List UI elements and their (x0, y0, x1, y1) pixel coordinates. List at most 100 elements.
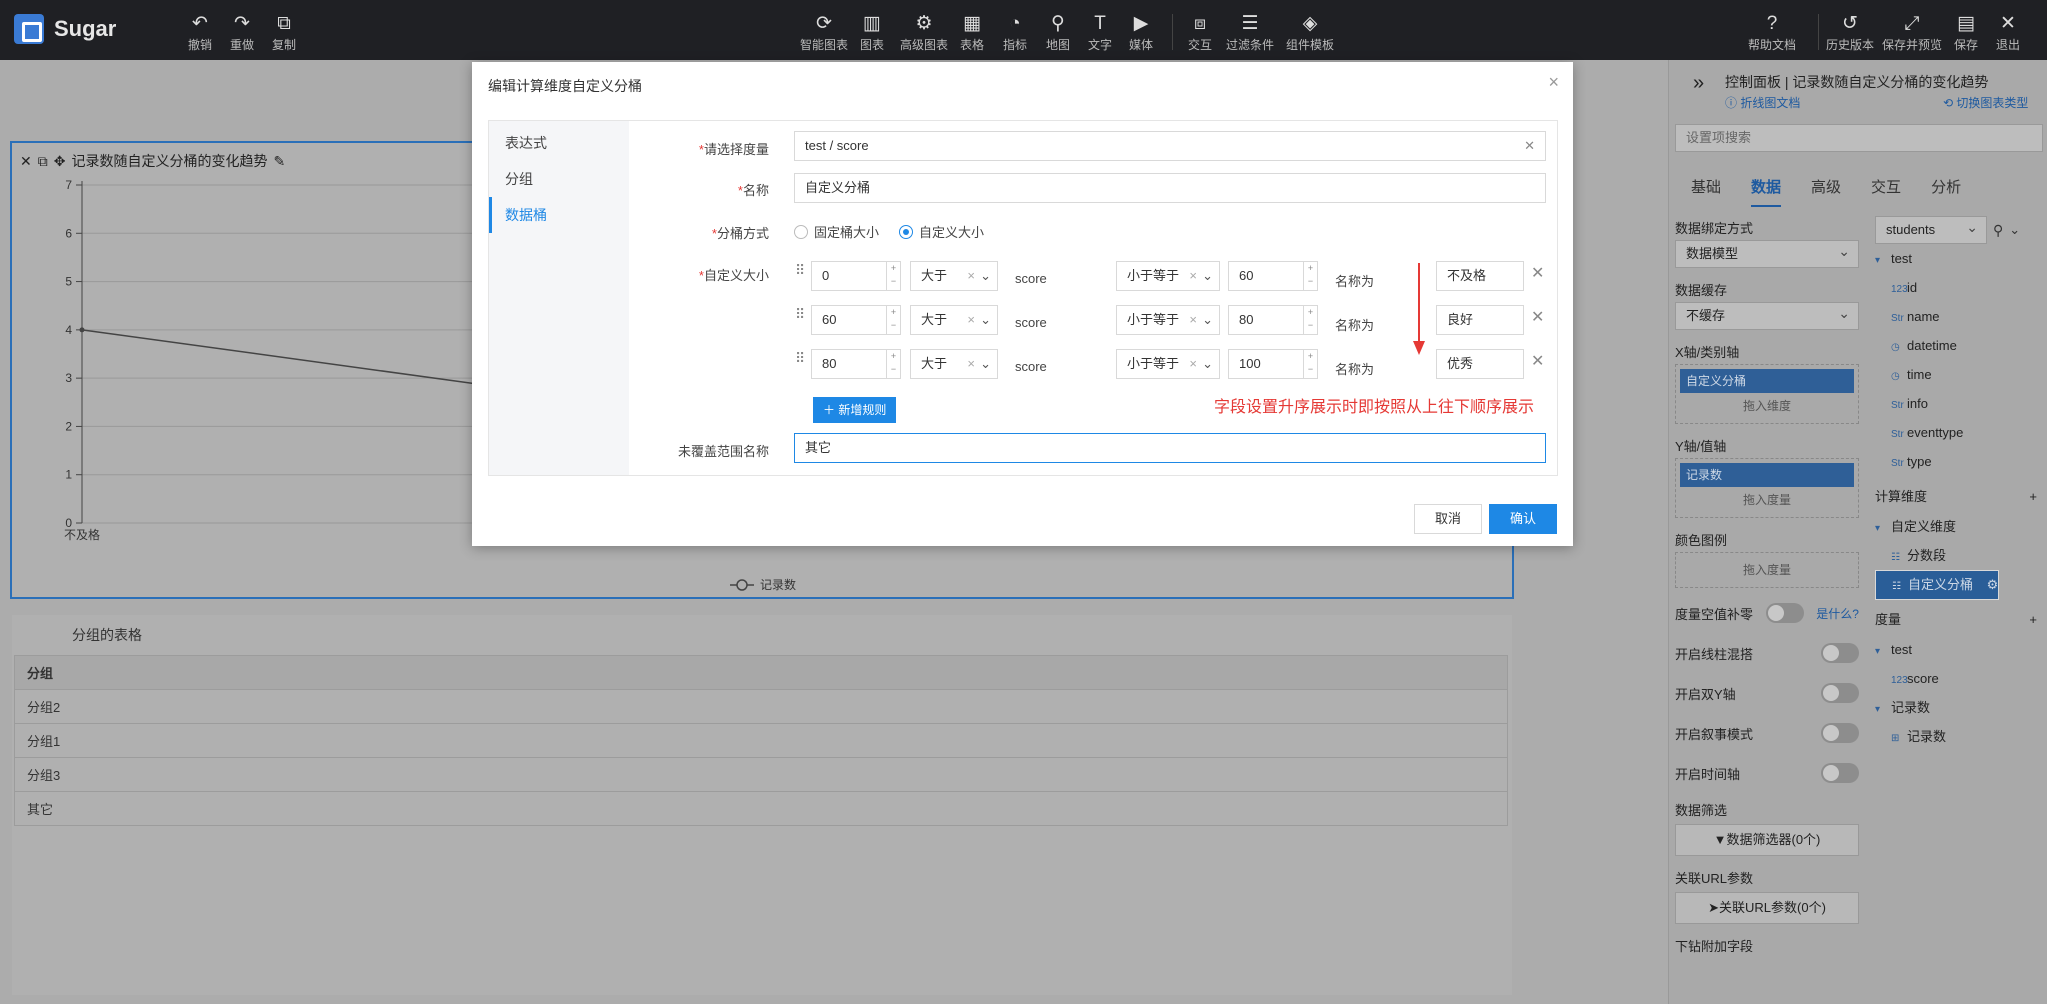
delete-icon[interactable]: ✕ (20, 153, 32, 170)
table-button[interactable]: ▦ 表格 (960, 14, 984, 53)
interaction-button[interactable]: ⧈ 交互 (1188, 14, 1212, 53)
rule-op2-select[interactable]: 小于等于 × ⌄ (1116, 349, 1220, 379)
tab-analysis[interactable]: 分析 (1931, 176, 1961, 197)
rule-from-input[interactable]: 60 + − (811, 305, 901, 335)
cancel-button[interactable]: 取消 (1414, 504, 1482, 534)
field-item[interactable]: ◷ time (1875, 360, 2043, 389)
tree-folder-test-measure[interactable]: ▾ test (1875, 635, 2043, 664)
timeline-toggle[interactable] (1821, 763, 1859, 783)
add-calc-dim-icon[interactable]: + (2029, 482, 2037, 512)
rule-op1-select[interactable]: 大于 × ⌄ (910, 305, 998, 335)
line-bar-mix-toggle[interactable] (1821, 643, 1859, 663)
rule-from-input[interactable]: 0 + − (811, 261, 901, 291)
rule-op2-select[interactable]: 小于等于 × ⌄ (1116, 261, 1220, 291)
component-template-button[interactable]: ◈ 组件模板 (1286, 14, 1334, 53)
copy-icon[interactable]: ⧉ (38, 153, 48, 170)
delete-rule-icon[interactable]: ✕ (1531, 263, 1544, 283)
y-axis-dropzone[interactable]: 记录数 拖入度量 (1675, 458, 1859, 518)
drag-handle-icon[interactable]: ⠿ (795, 262, 805, 279)
x-axis-dropzone[interactable]: 自定义分桶 拖入维度 (1675, 364, 1859, 424)
undo-button[interactable]: ↶ 撤销 (188, 14, 212, 53)
field-item[interactable]: ◷ datetime (1875, 331, 2043, 360)
search-icon[interactable]: ⚲ (1993, 222, 2003, 239)
field-item[interactable]: Str type (1875, 447, 2043, 476)
radio-custom-size[interactable]: 自定义大小 (899, 222, 984, 241)
chevron-down-icon[interactable]: ⌄ (2009, 222, 2020, 238)
rule-op1-select[interactable]: 大于 × ⌄ (910, 261, 998, 291)
line-chart-doc-link[interactable]: ⓘ 折线图文档 (1725, 94, 1800, 111)
switch-chart-type-link[interactable]: ⟲ 切换图表类型 (1943, 94, 2028, 111)
story-mode-toggle[interactable] (1821, 723, 1859, 743)
side-tab-bucket[interactable]: 数据桶 (489, 197, 629, 233)
chart-button[interactable]: ▥ 图表 (860, 14, 884, 53)
delete-rule-icon[interactable]: ✕ (1531, 351, 1544, 371)
add-measure-icon[interactable]: + (2029, 605, 2037, 635)
rule-name-input[interactable]: 良好 (1436, 305, 1524, 335)
field-item[interactable]: Str info (1875, 389, 2043, 418)
what-is-this-link[interactable]: 是什么? (1816, 605, 1859, 622)
tree-folder-custom-dim[interactable]: ▾ 自定义维度 (1875, 512, 2043, 541)
rule-name-input[interactable]: 优秀 (1436, 349, 1524, 379)
group-table-card[interactable]: 分组的表格 分组 分组2 分组1 分组3 其它 (12, 615, 1512, 995)
field-item[interactable]: Str name (1875, 302, 2043, 331)
redo-button[interactable]: ↷ 重做 (230, 14, 254, 53)
field-item[interactable]: 123id (1875, 273, 2043, 302)
add-rule-button[interactable]: ＋ 新增规则 (813, 397, 897, 423)
map-button[interactable]: ⚲ 地图 (1046, 14, 1070, 53)
clear-icon[interactable]: ✕ (1524, 132, 1535, 160)
data-filter-button[interactable]: ▼数据筛选器(0个) (1675, 824, 1859, 856)
smart-chart-button[interactable]: ⟳ 智能图表 (800, 14, 848, 53)
drag-handle-icon[interactable]: ⠿ (795, 306, 805, 323)
tree-folder-test[interactable]: ▾ test (1875, 244, 2043, 273)
move-icon[interactable]: ✥ (54, 153, 66, 170)
uncovered-input[interactable]: 其它 (794, 433, 1546, 463)
dialog-close-icon[interactable]: × (1548, 72, 1559, 93)
bind-mode-select[interactable]: 数据模型 (1675, 238, 1859, 268)
save-button[interactable]: ▤ 保存 (1954, 14, 1978, 53)
calc-dim-item[interactable]: ☷ 分数段 (1875, 541, 2043, 570)
settings-search-input[interactable]: 设置项搜索 (1675, 124, 2043, 152)
null-to-zero-toggle[interactable] (1765, 603, 1804, 623)
color-legend-dropzone[interactable]: 拖入度量 (1675, 552, 1859, 588)
tab-interaction[interactable]: 交互 (1871, 176, 1901, 197)
copy-button[interactable]: ⧉ 复制 (272, 14, 296, 53)
help-doc-button[interactable]: ? 帮助文档 (1748, 14, 1796, 53)
delete-rule-icon[interactable]: ✕ (1531, 307, 1544, 327)
tab-advanced[interactable]: 高级 (1811, 176, 1841, 197)
confirm-button[interactable]: 确认 (1489, 504, 1557, 534)
name-input[interactable]: 自定义分桶 (794, 173, 1546, 203)
rule-to-input[interactable]: 80 + − (1228, 305, 1318, 335)
advanced-chart-button[interactable]: ⚙ 高级图表 (900, 14, 948, 53)
rule-to-input[interactable]: 100 + − (1228, 349, 1318, 379)
rule-to-input[interactable]: 60 + − (1228, 261, 1318, 291)
measure-item[interactable]: 123score (1875, 664, 2043, 693)
x-axis-chip[interactable]: 自定义分桶 (1680, 369, 1854, 393)
history-button[interactable]: ↺ 历史版本 (1826, 14, 1874, 53)
cache-select[interactable]: 不缓存 (1675, 300, 1859, 330)
save-preview-button[interactable]: ⤢ 保存并预览 (1882, 14, 1942, 53)
rule-name-input[interactable]: 不及格 (1436, 261, 1524, 291)
y-axis-chip[interactable]: 记录数 (1680, 463, 1854, 487)
side-tab-group[interactable]: 分组 (489, 161, 629, 197)
dataset-select[interactable]: students (1875, 214, 1987, 244)
media-button[interactable]: ▶ 媒体 (1129, 14, 1153, 53)
text-button[interactable]: T 文字 (1088, 14, 1112, 53)
measure-item[interactable]: ⊞ 记录数 (1875, 722, 2043, 751)
tab-data[interactable]: 数据 (1751, 176, 1782, 207)
filter-condition-button[interactable]: ☰ 过滤条件 (1226, 14, 1274, 53)
calc-dim-item-selected[interactable]: ☷ 自定义分桶 ⚙ (1875, 570, 2000, 600)
metric-button[interactable]: ◔ 指标 (1003, 14, 1027, 53)
edit-pencil-icon[interactable]: ✎ (273, 153, 285, 170)
gear-icon[interactable]: ⚙ (1987, 577, 1999, 592)
url-param-button[interactable]: ➤关联URL参数(0个) (1675, 892, 1859, 924)
rule-op2-select[interactable]: 小于等于 × ⌄ (1116, 305, 1220, 335)
rule-op1-select[interactable]: 大于 × ⌄ (910, 349, 998, 379)
rule-from-input[interactable]: 80 + − (811, 349, 901, 379)
field-item[interactable]: Str eventtype (1875, 418, 2043, 447)
collapse-panel-icon[interactable]: » (1693, 72, 1704, 95)
measure-select[interactable]: test / score ✕ (794, 131, 1546, 161)
tree-folder-count[interactable]: ▾ 记录数 (1875, 693, 2043, 722)
dual-y-toggle[interactable] (1821, 683, 1859, 703)
tab-basic[interactable]: 基础 (1691, 176, 1721, 197)
exit-button[interactable]: ✕ 退出 (1996, 14, 2020, 53)
